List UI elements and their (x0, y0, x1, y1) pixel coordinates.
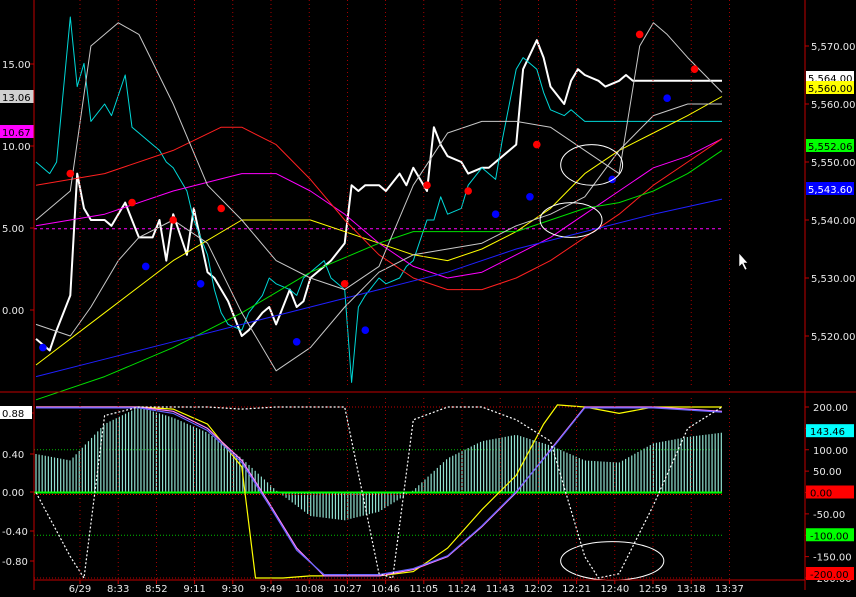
right-tick-label: 5,550.00 (811, 158, 856, 169)
osc-left-tick-label: 0.00 (2, 488, 24, 499)
right-tick-label: 5,520.00 (811, 332, 856, 343)
sell-signal-dot (635, 30, 644, 39)
left-tick-label: 5.00 (2, 224, 24, 235)
chart-canvas: 15.00 10.00 5.00 0.00 5,570.00 5,560.00 5,550.… (0, 0, 856, 595)
left-tick-label: 15.00 (2, 60, 31, 71)
left-value-tag: 10.67 (0, 125, 34, 139)
osc-right-value-tag: -100.00 (806, 528, 854, 542)
right-value-tag: 5,552.06 (806, 139, 854, 153)
price-panel: 15.00 10.00 5.00 0.00 5,570.00 5,560.00 5,550.… (0, 16, 856, 401)
buy-signal-dot (141, 262, 150, 271)
osc-right-value-tag: -200.00 (806, 567, 854, 581)
sell-signal-dot (66, 169, 75, 178)
sell-signal-dot (128, 198, 136, 207)
buy-signal-dot (663, 94, 671, 102)
time-tick-label: 12:02 (524, 584, 553, 595)
sell-signal-dot (217, 204, 226, 213)
sell-signal-dot (532, 140, 541, 149)
time-tick-label: 10:08 (295, 584, 324, 595)
buy-signal-dot (491, 210, 500, 218)
right-tag-text: 5,543.60 (808, 185, 853, 196)
right-value-tag: 5,543.60 (806, 182, 854, 196)
buy-signal-dot (526, 193, 534, 201)
time-tick-label: 12:21 (562, 584, 591, 595)
time-tick-label: 9:30 (222, 584, 244, 595)
time-tick-label: 12:40 (600, 584, 629, 595)
right-tick-label: 5,560.00 (811, 100, 856, 111)
sell-signal-dot (423, 181, 431, 189)
time-tick-label: 10:27 (333, 584, 362, 595)
osc-right-tag-text: -100.00 (810, 531, 849, 542)
osc-right-tag-text: 0.00 (810, 489, 832, 500)
osc-right-tick-label: 200.00 (813, 403, 848, 414)
right-value-tag: 5,560.00 (806, 81, 854, 95)
osc-right-tick-label: 100.00 (813, 446, 848, 457)
buy-signal-dot (292, 338, 301, 346)
osc-right-tick-label: 50.00 (813, 467, 842, 478)
time-tick-label: 8:33 (107, 584, 129, 595)
time-tick-label: 9:49 (260, 584, 282, 595)
time-axis: 6/29 8:33 8:52 9:11 9:30 9:49 10:08 10:27 10:46 1… (69, 0, 744, 595)
left-value-tag: 13.06 (0, 90, 34, 104)
right-tag-text: 5,552.06 (808, 142, 853, 153)
histogram (35, 407, 722, 521)
series-ma1 (35, 96, 723, 366)
time-tick-label: 10:46 (371, 584, 400, 595)
left-tag-text: 10.67 (2, 128, 31, 139)
sell-signal-dot (464, 187, 472, 195)
osc-right-value-tag: 0.00 (806, 485, 854, 500)
osc-left-tag-text: 0.88 (2, 409, 24, 420)
series-ma5 (35, 198, 723, 378)
osc-left-tick-label: -0.80 (2, 557, 28, 568)
left-tick-label: 0.00 (2, 306, 24, 317)
osc-right-tick-label: -150.00 (813, 553, 852, 564)
osc-right-tag-text: -200.00 (810, 570, 849, 581)
right-tick-label: 5,540.00 (811, 216, 856, 227)
osc-left-value-tag: 0.88 (0, 406, 32, 420)
time-tick-label: 11:43 (486, 584, 515, 595)
series-fast (35, 16, 722, 383)
mouse-cursor-icon (738, 252, 749, 271)
highlight-ellipse (560, 144, 624, 186)
series-ma2 (35, 138, 723, 279)
series-ma4 (35, 149, 723, 401)
osc-right-tick-label: -50.00 (813, 510, 845, 521)
osc-left-tick-label: -0.40 (2, 527, 28, 538)
series-price (35, 39, 722, 352)
time-tick-label: 8:52 (145, 584, 167, 595)
series-band-lower (35, 103, 722, 372)
buy-signal-dot (196, 280, 205, 288)
time-tick-label: 12:59 (639, 584, 668, 595)
buy-signal-dot (361, 326, 370, 335)
osc-left-tick-label: 0.40 (2, 450, 24, 461)
left-tick-label: 10.00 (2, 142, 31, 153)
time-tick-label: 11:24 (448, 584, 477, 595)
time-tick-label: 13:18 (677, 584, 706, 595)
sell-signal-dot (690, 65, 699, 73)
time-tick-label: 6/29 (69, 584, 91, 595)
oscillator-panel: 0.400.00-0.40-0.800.88200.00150.00100.00… (0, 403, 854, 585)
highlight-ellipse (560, 541, 665, 581)
sell-signal-dot (340, 280, 349, 288)
buy-signal-dot (39, 343, 47, 352)
right-tick-label: 5,570.00 (811, 42, 856, 53)
time-tick-label: 11:05 (409, 584, 438, 595)
left-tag-text: 13.06 (2, 93, 31, 104)
time-tick-label: 9:11 (183, 584, 205, 595)
osc-right-value-tag: 143.46 (806, 424, 854, 438)
sell-signal-dot (169, 216, 177, 224)
series-band-upper (35, 22, 723, 291)
right-tick-label: 5,530.00 (811, 274, 856, 285)
time-tick-label: 13:37 (715, 584, 744, 595)
right-tag-text: 5,560.00 (808, 84, 853, 95)
osc-right-tag-text: 143.46 (810, 427, 845, 438)
